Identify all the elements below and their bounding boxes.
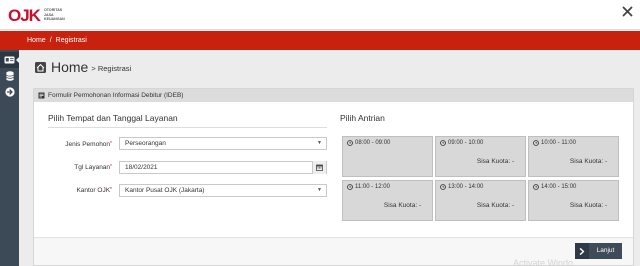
clock-icon (347, 184, 353, 190)
clock-icon (533, 140, 539, 146)
page-subtitle: > Registrasi (91, 64, 132, 73)
id-card-icon (4, 56, 15, 64)
form-panel: Formulir Permohonan Informasi Debitur (I… (33, 88, 634, 266)
queue-slot[interactable]: 14:00 - 15:00 Sisa Kuota: - (528, 180, 619, 221)
calendar-icon[interactable] (312, 161, 326, 174)
panel-header: Formulir Permohonan Informasi Debitur (I… (34, 89, 633, 102)
tgl-layanan-value: 18/02/2021 (125, 164, 158, 171)
tgl-layanan-input[interactable]: 18/02/2021 (119, 161, 327, 174)
database-icon (5, 71, 14, 81)
windows-activation-watermark: Activate Windo (513, 258, 574, 266)
clock-icon (347, 140, 353, 146)
ojk-logo[interactable]: OJK OTORITAS JASA KEUANGAN (8, 5, 65, 25)
slot-quota: Sisa Kuota: - (569, 202, 608, 209)
top-header: OJK OTORITAS JASA KEUANGAN (0, 0, 640, 30)
slot-time: 14:00 - 15:00 (541, 184, 577, 190)
close-icon[interactable] (621, 6, 633, 18)
logo-mark: OJK (8, 5, 41, 25)
clock-icon (440, 184, 446, 190)
kantor-ojk-select[interactable]: Kantor Pusat OJK (Jakarta) ▼ (119, 184, 327, 197)
tgl-layanan-label: Tgl Layanan* (74, 164, 112, 171)
slot-quota: Sisa Kuota: - (476, 202, 515, 209)
slot-quota: Sisa Kuota: - (383, 202, 422, 209)
kantor-ojk-value: Kantor Pusat OJK (Jakarta) (125, 187, 205, 194)
chevron-right-icon (575, 243, 589, 259)
clock-icon (533, 184, 539, 190)
queue-slot[interactable]: 11:00 - 12:00 Sisa Kuota: - (342, 180, 433, 221)
document-icon (38, 92, 45, 99)
queue-slot[interactable]: 09:00 - 10:00 Sisa Kuota: - (435, 136, 526, 177)
sidebar-item-next[interactable] (0, 84, 19, 100)
chevron-down-icon: ▼ (317, 187, 322, 193)
chevron-down-icon: ▼ (317, 140, 322, 146)
slot-time: 10:00 - 11:00 (541, 140, 576, 146)
panel-title: Formulir Permohonan Informasi Debitur (I… (48, 92, 184, 99)
next-button[interactable]: Lanjut (575, 243, 622, 259)
slot-quota: Sisa Kuota: - (569, 158, 608, 165)
section-divider (48, 127, 327, 128)
page-heading: Home > Registrasi (35, 58, 131, 76)
breadcrumb-current: Registrasi (55, 37, 87, 44)
arrow-circle-right-icon (4, 87, 15, 97)
section-title-place-date: Pilih Tempat dan Tanggal Layanan (48, 113, 178, 123)
breadcrumb: Home / Registrasi (0, 31, 640, 50)
next-button-label: Lanjut (589, 243, 622, 259)
slot-time: 11:00 - 12:00 (355, 184, 390, 190)
clock-icon (440, 140, 446, 146)
home-icon (35, 61, 46, 73)
page-title: Home (51, 59, 89, 75)
queue-slot[interactable]: 13:00 - 14:00 Sisa Kuota: - (435, 180, 526, 221)
sidebar-item-registration[interactable] (0, 52, 20, 68)
slot-quota: Sisa Kuota: - (476, 158, 515, 165)
slot-time: 08:00 - 09:00 (355, 140, 391, 146)
section-title-queue: Pilih Antrian (340, 113, 385, 123)
slot-time: 13:00 - 14:00 (448, 184, 484, 190)
queue-slot[interactable]: 08:00 - 09:00 (342, 136, 433, 177)
logo-text-line3: KEUANGAN (43, 17, 65, 22)
queue-slot[interactable]: 10:00 - 11:00 Sisa Kuota: - (528, 136, 619, 177)
jenis-pemohon-select[interactable]: Perseorangan ▼ (119, 137, 327, 150)
jenis-pemohon-label: Jenis Pemohon* (65, 141, 112, 148)
breadcrumb-home[interactable]: Home (27, 37, 46, 44)
jenis-pemohon-value: Perseorangan (125, 140, 166, 147)
breadcrumb-separator: / (49, 37, 52, 44)
sidebar-item-database[interactable] (0, 68, 19, 84)
sidebar (0, 50, 20, 266)
kantor-ojk-label: Kantor OJK* (76, 187, 112, 194)
logo-text: OTORITAS JASA KEUANGAN (44, 8, 65, 21)
slot-time: 09:00 - 10:00 (448, 140, 484, 146)
